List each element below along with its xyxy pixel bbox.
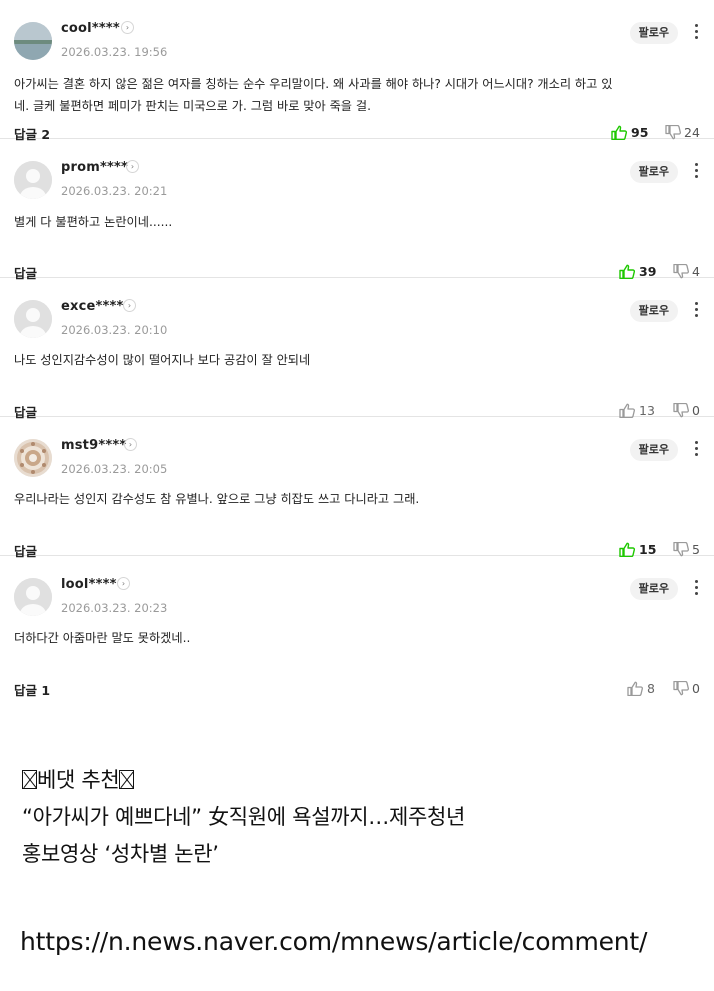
follow-button[interactable]: 팔로우	[629, 578, 678, 600]
missing-glyph-box-icon	[22, 770, 37, 789]
chevron-right-icon[interactable]: ›	[124, 438, 137, 451]
chevron-right-icon[interactable]: ›	[123, 299, 136, 312]
username[interactable]: cool****	[61, 21, 120, 36]
pattern-avatar-image	[14, 439, 52, 477]
comment-list: cool**** › 2026.03.23. 19:56 팔로우 아가씨는 결혼…	[0, 0, 714, 698]
thumbs-down-icon	[673, 263, 689, 278]
comment-body-line: 별게 다 불편하고 논란이네......	[14, 215, 173, 229]
chevron-right-icon[interactable]: ›	[117, 577, 130, 590]
comment-body-line: 나도 성인지감수성이 많이 떨어지나 보다 공감이 잘 안되네	[14, 353, 311, 367]
recommend-label: 베댓 추천	[37, 768, 120, 792]
comment-body-line: 아가씨는 결혼 하지 않은 젊은 여자를 칭하는 순수 우리말이다. 왜 사과를…	[14, 77, 613, 91]
comment-item: prom**** › 2026.03.23. 20:21 팔로우 별게 다 불편…	[0, 139, 714, 281]
timestamp: 2026.03.23. 20:23	[61, 601, 168, 615]
comment-body: 나도 성인지감수성이 많이 떨어지나 보다 공감이 잘 안되네	[14, 349, 684, 371]
reply-button[interactable]: 답글 1	[14, 680, 50, 699]
missing-glyph-box-icon	[119, 770, 135, 789]
dislike-count: 4	[692, 263, 700, 279]
like-count: 95	[631, 124, 649, 140]
more-vertical-icon[interactable]	[692, 24, 700, 42]
timestamp: 2026.03.23. 20:21	[61, 184, 168, 198]
avatar[interactable]	[14, 22, 52, 60]
more-vertical-icon[interactable]	[692, 302, 700, 320]
comment-body-line: 더하다간 아줌마란 말도 못하겠네..	[14, 631, 191, 645]
comment-body-line: 우리나라는 성인지 감수성도 참 유별나. 앞으로 그냥 히잡도 쓰고 다니라고…	[14, 492, 420, 506]
timestamp: 2026.03.23. 19:56	[61, 45, 168, 59]
username[interactable]: prom****	[61, 160, 128, 175]
comment-body: 더하다간 아줌마란 말도 못하겠네..	[14, 627, 684, 649]
thumbs-down-icon	[673, 402, 689, 417]
thumbs-up-icon	[619, 403, 635, 418]
recommend-heading: 베댓 추천	[22, 762, 465, 799]
default-user-icon	[14, 578, 52, 616]
more-vertical-icon[interactable]	[692, 580, 700, 598]
username[interactable]: mst9****	[61, 438, 126, 453]
follow-button[interactable]: 팔로우	[629, 161, 678, 183]
dislike-count: 0	[692, 680, 700, 696]
thumbs-up-icon	[611, 125, 627, 140]
chevron-right-icon[interactable]: ›	[121, 21, 134, 34]
thumbs-up-icon	[619, 264, 635, 279]
default-user-icon	[14, 161, 52, 199]
comment-body-line: 네. 글케 불편하면 페미가 판치는 미국으로 가. 그럼 바로 맞아 죽을 걸…	[14, 99, 371, 113]
dislike-count: 0	[692, 402, 700, 418]
like-count: 13	[639, 402, 655, 418]
timestamp: 2026.03.23. 20:05	[61, 462, 168, 476]
dislike-count: 5	[692, 541, 700, 557]
avatar[interactable]	[14, 161, 52, 199]
comment-body: 우리나라는 성인지 감수성도 참 유별나. 앞으로 그냥 히잡도 쓰고 다니라고…	[14, 488, 684, 510]
dislike-count: 24	[684, 124, 700, 140]
default-user-icon	[14, 300, 52, 338]
username[interactable]: exce****	[61, 299, 124, 314]
article-title-line: 홍보영상 ‘성차별 논란’	[22, 842, 219, 866]
avatar[interactable]	[14, 578, 52, 616]
avatar[interactable]	[14, 300, 52, 338]
chevron-right-icon[interactable]: ›	[126, 160, 139, 173]
comment-item: mst9**** › 2026.03.23. 20:05 팔로우 우리나라는 성…	[0, 417, 714, 559]
follow-button[interactable]: 팔로우	[629, 439, 678, 461]
thumbs-down-icon	[665, 124, 681, 139]
comment-body: 아가씨는 결혼 하지 않은 젊은 여자를 칭하는 순수 우리말이다. 왜 사과를…	[14, 73, 684, 117]
like-button[interactable]: 8	[627, 679, 655, 697]
more-vertical-icon[interactable]	[692, 441, 700, 459]
like-count: 39	[639, 263, 657, 279]
comment-item: cool**** › 2026.03.23. 19:56 팔로우 아가씨는 결혼…	[0, 0, 714, 142]
recommended-comment-header: 베댓 추천 “아가씨가 예쁘다네” 女직원에 욕설까지…제주청년 홍보영상 ‘성…	[22, 762, 465, 873]
like-count: 15	[639, 541, 657, 557]
thumbs-down-icon	[673, 680, 689, 695]
timestamp: 2026.03.23. 20:10	[61, 323, 168, 337]
avatar[interactable]	[14, 439, 52, 477]
source-url[interactable]: https://n.news.naver.com/mnews/article/c…	[20, 927, 647, 956]
comment-item: lool**** › 2026.03.23. 20:23 팔로우 더하다간 아줌…	[0, 556, 714, 698]
dislike-button[interactable]: 0	[673, 679, 700, 697]
comment-item: exce**** › 2026.03.23. 20:10 팔로우 나도 성인지감…	[0, 278, 714, 420]
thumbs-down-icon	[673, 541, 689, 556]
article-title-line: “아가씨가 예쁘다네” 女직원에 욕설까지…제주청년	[22, 805, 466, 829]
like-count: 8	[647, 680, 655, 696]
thumbs-up-icon	[627, 681, 643, 696]
landscape-avatar-image	[14, 22, 52, 60]
follow-button[interactable]: 팔로우	[629, 300, 678, 322]
more-vertical-icon[interactable]	[692, 163, 700, 181]
follow-button[interactable]: 팔로우	[629, 22, 678, 44]
thumbs-up-icon	[619, 542, 635, 557]
username[interactable]: lool****	[61, 577, 117, 592]
comment-body: 별게 다 불편하고 논란이네......	[14, 211, 684, 233]
